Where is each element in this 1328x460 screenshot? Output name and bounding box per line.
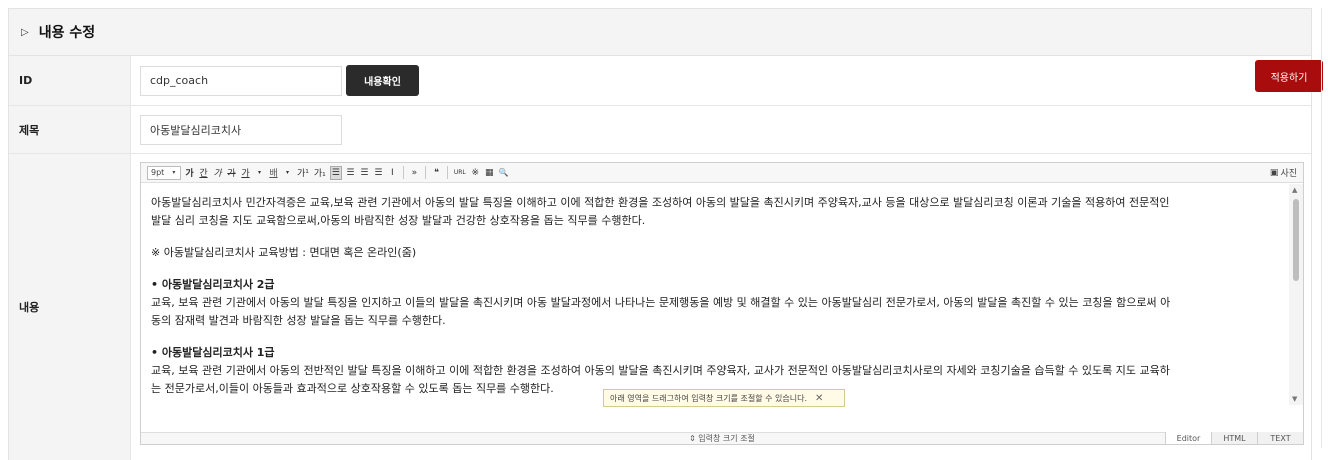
bold-button[interactable]: 가 [184, 166, 195, 180]
table-icon[interactable]: ▦ [484, 166, 495, 180]
blockquote-icon[interactable]: » [409, 166, 420, 180]
triangle-right-icon: ▷ [21, 26, 29, 38]
underline-button[interactable]: 간 [198, 166, 209, 180]
editor-scrollbar[interactable]: ▲ ▼ [1289, 184, 1303, 405]
id-row: ID cdp_coach 내용확인 [9, 56, 1311, 106]
edit-panel: ▷ 내용 수정 ID cdp_coach 내용확인 제목 아동발달심리코치사 내… [8, 8, 1312, 460]
id-label: ID [9, 56, 131, 105]
quote-icon[interactable]: ❝ [431, 166, 442, 180]
background-color-dropdown-icon[interactable]: ▾ [282, 166, 293, 180]
content-paragraph: 아동발달심리코치사 민간자격증은 교육,보육 관련 기관에서 아동의 발달 특징… [151, 196, 1170, 209]
check-content-button[interactable]: 내용확인 [346, 65, 419, 96]
editor-toolbar: 9pt ▾ 가 간 가 가 가 ▾ 배 ▾ 가¹ 가₁ ☰ ☰ ☰ ☰ Ⅰ » … [141, 163, 1303, 183]
content-paragraph: 교육, 보육 관련 기관에서 아동의 발달 특징을 인지하고 이들의 발달을 촉… [151, 296, 1171, 309]
font-color-button[interactable]: 가 [240, 166, 251, 180]
toolbar-divider [402, 166, 404, 179]
tab-editor[interactable]: Editor [1165, 432, 1211, 444]
font-size-select[interactable]: 9pt ▾ [147, 165, 181, 180]
title-input[interactable]: 아동발달심리코치사 [140, 114, 342, 145]
panel-header: ▷ 내용 수정 [9, 8, 1311, 56]
resize-tooltip: 아래 영역을 드래그하여 입력창 크기를 조절할 수 있습니다. ✕ [603, 389, 845, 407]
content-heading: • 아동발달심리코치사 2급 [151, 278, 275, 291]
photo-button[interactable]: ▣ 사진 [1269, 166, 1297, 180]
content-paragraph: 발달 심리 코칭을 지도 교육함으로써,아동의 바람직한 성장 발달과 건강한 … [151, 214, 646, 227]
align-right-icon[interactable]: ☰ [359, 166, 370, 180]
font-color-dropdown-icon[interactable]: ▾ [254, 166, 265, 180]
page-scrollbar[interactable] [1321, 8, 1325, 448]
editor-mode-tabs: Editor HTML TEXT [1165, 432, 1303, 444]
italic-button[interactable]: 가 [212, 166, 223, 180]
background-color-button[interactable]: 배 [268, 166, 279, 180]
scroll-up-icon[interactable]: ▲ [1292, 186, 1297, 194]
title-label: 제목 [9, 106, 131, 153]
clear-format-icon[interactable]: Ⅰ [387, 166, 398, 180]
content-row: 내용 9pt ▾ 가 간 가 가 가 ▾ 배 ▾ 가¹ 가₁ ☰ ☰ ☰ ☰ Ⅰ… [9, 154, 1311, 460]
content-paragraph: ※ 아동발달심리코치사 교육방법 : 면대면 혹은 온라인(줌) [151, 246, 417, 259]
scroll-down-icon[interactable]: ▼ [1292, 395, 1297, 403]
page-title: 내용 수정 [38, 25, 96, 41]
toolbar-divider [446, 166, 448, 179]
link-icon[interactable]: URL [453, 166, 467, 180]
rich-text-editor: 9pt ▾ 가 간 가 가 가 ▾ 배 ▾ 가¹ 가₁ ☰ ☰ ☰ ☰ Ⅰ » … [140, 162, 1304, 445]
photo-icon: ▣ [1269, 167, 1279, 178]
content-paragraph: 동의 잠재력 발견과 바람직한 성장 발달을 돕는 직무를 수행한다. [151, 314, 446, 327]
align-center-icon[interactable]: ☰ [345, 166, 356, 180]
id-input[interactable]: cdp_coach [140, 65, 342, 96]
special-char-icon[interactable]: ※ [470, 166, 481, 180]
search-icon[interactable]: 🔍 [498, 166, 510, 180]
align-left-icon[interactable]: ☰ [329, 165, 342, 180]
subscript-button[interactable]: 가₁ [313, 166, 327, 180]
strikethrough-button[interactable]: 가 [226, 166, 237, 180]
resize-handle[interactable]: ⇕ 입력창 크기 조절 [141, 432, 1303, 444]
apply-button[interactable]: 적용하기 [1255, 60, 1323, 92]
scroll-thumb[interactable] [1293, 199, 1299, 281]
content-heading: • 아동발달심리코치사 1급 [151, 346, 275, 359]
align-justify-icon[interactable]: ☰ [373, 166, 384, 180]
close-icon[interactable]: ✕ [815, 393, 823, 404]
superscript-button[interactable]: 가¹ [296, 166, 310, 180]
content-paragraph: 교육, 보육 관련 기관에서 아동의 전반적인 발달 특징을 이해하고 이에 적… [151, 364, 1170, 377]
toolbar-divider [424, 166, 426, 179]
tab-html[interactable]: HTML [1211, 432, 1257, 444]
tab-text[interactable]: TEXT [1257, 432, 1303, 444]
content-label: 내용 [9, 154, 131, 460]
title-row: 제목 아동발달심리코치사 [9, 106, 1311, 154]
